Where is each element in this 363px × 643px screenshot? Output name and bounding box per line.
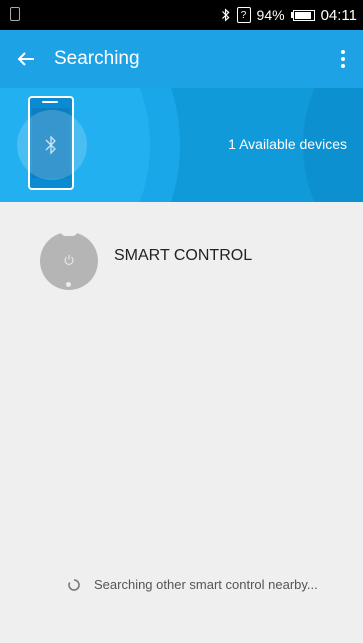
power-icon bbox=[64, 255, 74, 265]
status-bar: ? 94% 04:11 bbox=[0, 0, 363, 30]
page-title: Searching bbox=[54, 48, 140, 69]
bluetooth-icon bbox=[45, 135, 56, 155]
battery-percent: 94% bbox=[256, 7, 285, 23]
available-devices-banner: 1 Available devices bbox=[0, 88, 363, 202]
loading-spinner-icon bbox=[68, 578, 80, 591]
bluetooth-icon bbox=[221, 8, 230, 22]
device-item[interactable]: SMART CONTROL bbox=[40, 230, 253, 290]
back-button[interactable] bbox=[6, 30, 46, 88]
searching-text: Searching other smart control nearby... bbox=[94, 577, 318, 592]
clock: 04:11 bbox=[320, 6, 357, 24]
battery-icon bbox=[290, 9, 315, 21]
overflow-menu-button[interactable] bbox=[331, 30, 355, 88]
available-devices-count: 1 Available devices bbox=[228, 136, 347, 152]
device-name: SMART CONTROL bbox=[114, 247, 253, 264]
notification-icon bbox=[10, 7, 20, 21]
sim-icon: ? bbox=[236, 7, 251, 23]
status-bar-right: ? 94% 04:11 bbox=[221, 5, 357, 25]
app-bar: Searching bbox=[0, 30, 363, 88]
back-arrow-icon bbox=[17, 52, 34, 66]
searching-status: Searching other smart control nearby... bbox=[68, 577, 318, 592]
overflow-menu-icon bbox=[341, 50, 345, 68]
smart-control-device-icon bbox=[40, 230, 98, 290]
